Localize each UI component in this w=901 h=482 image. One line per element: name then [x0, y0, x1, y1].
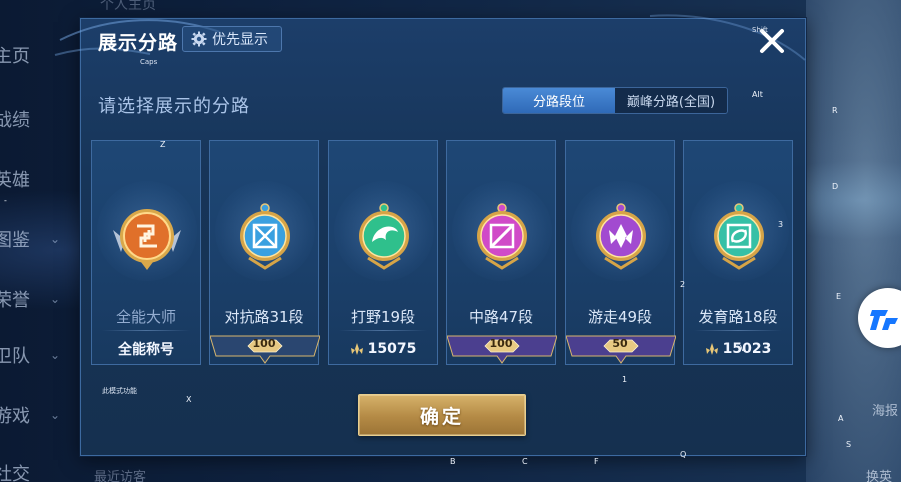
lane-clash-emblem-icon: [240, 203, 290, 270]
lane-card-name: 对抗路31段: [224, 308, 304, 326]
tab-peak-lane-national[interactable]: 巅峰分路(全国): [615, 88, 727, 113]
recent-visitors-text: 最近访客: [94, 470, 147, 482]
key-hint-alt: Alt: [752, 90, 763, 99]
key-hint-q: Q: [680, 450, 687, 459]
confirm-button[interactable]: 确定: [358, 394, 526, 436]
left-menu: 主页战绩英雄图鉴 ⌄ 荣誉 ⌄ 卫队 ⌄ 游戏 ⌄ 社交: [0, 0, 80, 482]
chevron-down-icon: ⌄: [50, 292, 61, 306]
peak-points: 15075: [329, 335, 437, 363]
key-hint-e: E: [836, 292, 842, 301]
left-menu-item[interactable]: 图鉴 ⌄: [0, 224, 74, 254]
gear-icon: [191, 31, 207, 47]
left-menu-item[interactable]: 卫队 ⌄: [0, 340, 74, 370]
lane-master-emblem-icon: [113, 209, 181, 270]
key-hint-dash: -: [4, 196, 7, 205]
left-menu-item[interactable]: 荣誉 ⌄: [0, 284, 74, 314]
lane-card-name: 全能大师: [115, 308, 176, 326]
lane-card-name: 打野19段: [350, 308, 416, 326]
key-hint-x: X: [186, 395, 192, 404]
lane-card[interactable]: 发育路18段 15023: [683, 140, 793, 365]
lane-card[interactable]: 打野19段 15075: [328, 140, 438, 365]
left-menu-item-label: 英雄: [0, 170, 30, 191]
lane-card-name: 发育路18段: [698, 308, 778, 326]
lane-card[interactable]: 对抗路31段 100: [209, 140, 320, 365]
priority-display-button[interactable]: 优先显示: [182, 26, 282, 52]
lane-card[interactable]: 全能大师 全能称号: [91, 140, 201, 365]
lane-card[interactable]: 游走49段 50: [565, 140, 676, 365]
left-menu-item-label: 游戏: [0, 406, 30, 427]
chevron-down-icon: ⌄: [50, 232, 61, 246]
lane-roam-emblem-icon: [596, 203, 646, 270]
rank-badge-value: 100: [489, 337, 513, 350]
key-hint-c: C: [522, 457, 528, 466]
priority-display-label: 优先显示: [212, 32, 268, 48]
left-menu-item[interactable]: 战绩: [0, 104, 74, 134]
lane-mid-emblem-icon: [477, 203, 527, 270]
title-label: 全能称号: [92, 335, 200, 363]
tab-lane-rank[interactable]: 分路段位: [503, 88, 615, 113]
key-hint-s: S: [846, 440, 852, 449]
key-hint-v: V: [740, 344, 746, 353]
change-hero-label[interactable]: 换英雄: [866, 466, 901, 482]
left-menu-item-label: 卫队: [0, 346, 30, 367]
key-hint-1: 1: [622, 375, 628, 384]
lane-farm-emblem-icon: [714, 203, 764, 270]
faded-top-text: 个人主页: [100, 0, 156, 13]
dialog-subtitle: 请选择展示的分路: [98, 96, 250, 117]
left-menu-item[interactable]: 游戏 ⌄: [0, 400, 74, 430]
left-menu-item-label: 战绩: [0, 110, 30, 131]
lane-card-name: 游走49段: [587, 308, 653, 326]
key-hint-d: D: [832, 182, 839, 191]
key-hint-mode: 此模式功能: [102, 387, 137, 395]
dialog-title: 展示分路: [98, 32, 179, 54]
left-menu-item[interactable]: 社交: [0, 458, 74, 482]
card-divider: [339, 330, 427, 331]
poster-label[interactable]: 海报: [872, 400, 898, 419]
chevron-down-icon: ⌄: [50, 408, 61, 422]
key-hint-a: A: [838, 414, 844, 423]
rank-badge-value: 50: [612, 337, 628, 350]
key-hint-b: B: [450, 457, 456, 466]
left-menu-item-label: 图鉴: [0, 230, 30, 251]
card-divider: [694, 330, 782, 331]
lane-jungle-emblem-icon: [359, 203, 409, 270]
card-divider: [102, 330, 190, 331]
left-menu-item-label: 主页: [0, 46, 30, 67]
card-footer-text: 全能称号: [118, 342, 174, 358]
key-hint-2: 2: [680, 280, 686, 289]
lane-card[interactable]: 中路47段 100: [446, 140, 557, 365]
key-hint-3: 3: [778, 220, 784, 229]
key-hint-f: F: [594, 457, 599, 466]
card-footer-text: 15023: [722, 341, 772, 357]
peak-points-icon: [705, 343, 718, 355]
left-menu-item-label: 社交: [0, 464, 30, 482]
key-hint-caps: Caps: [140, 58, 158, 66]
key-hint-r: R: [832, 106, 838, 115]
card-footer-text: 15075: [367, 341, 417, 357]
chevron-down-icon: ⌄: [50, 348, 61, 362]
lane-tab-switch: 分路段位 巅峰分路(全国): [502, 87, 728, 114]
rank-badge-value: 100: [252, 337, 276, 350]
assistant-logo-icon: [870, 310, 898, 330]
left-menu-item[interactable]: 主页: [0, 40, 74, 70]
lane-card-name: 中路47段: [468, 308, 534, 326]
key-hint-shift: Shift: [752, 26, 768, 34]
right-side-scene: 海报 换英雄: [806, 0, 901, 482]
peak-points-icon: [350, 343, 363, 355]
left-menu-item-label: 荣誉: [0, 290, 30, 311]
key-hint-z: Z: [160, 140, 166, 149]
left-menu-item[interactable]: 英雄: [0, 164, 74, 194]
peak-points: 15023: [684, 335, 792, 363]
